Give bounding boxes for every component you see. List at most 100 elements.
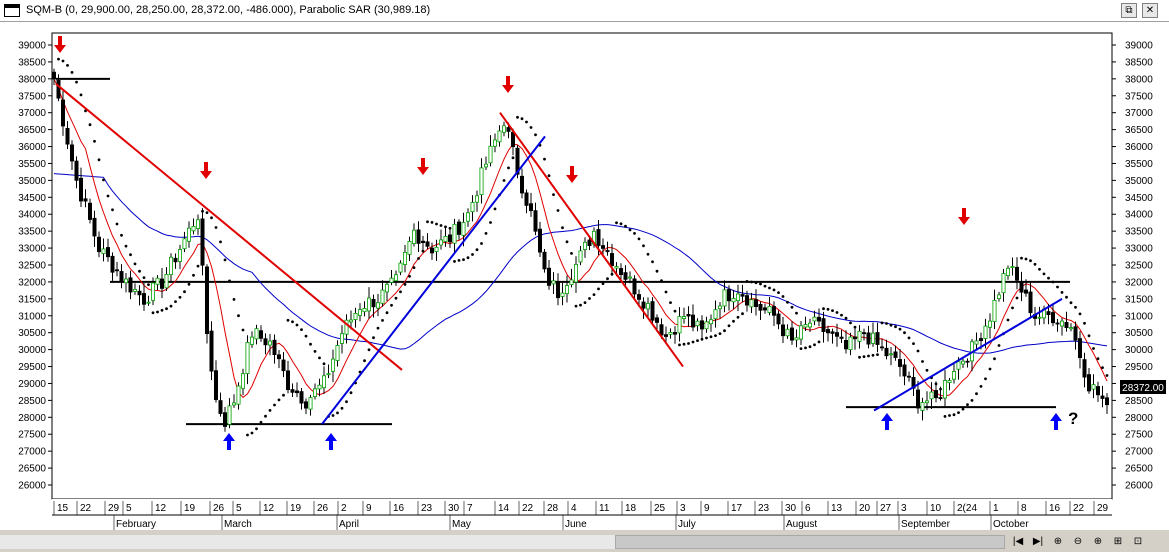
restore-button[interactable]: ⧉ bbox=[1121, 3, 1137, 18]
sar-dot bbox=[1011, 306, 1014, 310]
window-titlebar: SQM-B (0, 29,900.00, 28,250.00, 28,372.0… bbox=[0, 0, 1169, 22]
candle-down bbox=[623, 272, 628, 280]
y-tick-label-right: 36000 bbox=[1125, 142, 1153, 153]
price-chart[interactable]: 26000 26500 27000 27500 28000 28500 29000 29500… bbox=[0, 22, 1169, 530]
candle-down bbox=[290, 389, 295, 393]
sar-dot bbox=[1042, 272, 1046, 276]
sar-dot bbox=[511, 156, 515, 160]
x-day-label: 5 bbox=[126, 503, 132, 514]
candle-down bbox=[893, 351, 898, 358]
x-month-label: July bbox=[678, 519, 696, 530]
zoom-fit-icon[interactable]: ⊞ bbox=[1110, 535, 1126, 549]
sar-dot bbox=[1105, 374, 1109, 377]
pin-icon[interactable]: ⊕ bbox=[1050, 535, 1066, 549]
candle-down bbox=[596, 229, 601, 246]
close-button[interactable]: ✕ bbox=[1142, 3, 1158, 18]
window-title: SQM-B (0, 29,900.00, 28,250.00, 28,372.0… bbox=[26, 4, 431, 16]
sar-dot bbox=[709, 335, 713, 339]
sar-dot bbox=[205, 211, 209, 215]
sar-dot bbox=[799, 347, 803, 350]
sar-dot bbox=[462, 258, 465, 261]
candle-up bbox=[569, 279, 574, 285]
zoom-in-icon[interactable]: ⊕ bbox=[1090, 535, 1106, 549]
sar-dot bbox=[786, 300, 789, 304]
candle-down bbox=[1100, 395, 1105, 399]
candle-up bbox=[483, 163, 488, 168]
candle-up bbox=[465, 212, 470, 222]
candle-down bbox=[299, 391, 304, 404]
candle-up bbox=[330, 358, 335, 372]
sar-dot bbox=[322, 362, 326, 366]
candle-down bbox=[835, 332, 840, 337]
y-tick-label-left: 34000 bbox=[18, 210, 46, 221]
sar-dot bbox=[106, 194, 110, 198]
candle-up bbox=[1010, 266, 1015, 269]
sar-dot bbox=[867, 354, 870, 358]
sar-dot bbox=[255, 427, 258, 431]
candle-up bbox=[227, 405, 232, 425]
candle-down bbox=[533, 210, 538, 232]
sar-dot bbox=[732, 319, 735, 323]
sar-dot bbox=[570, 252, 573, 255]
candle-up bbox=[1006, 267, 1011, 276]
candle-up bbox=[574, 263, 579, 283]
y-tick-label-left: 34500 bbox=[18, 193, 46, 204]
sar-dot bbox=[565, 240, 569, 244]
x-day-label: 17 bbox=[731, 503, 743, 514]
candle-up bbox=[749, 299, 754, 308]
sar-dot bbox=[115, 222, 119, 226]
candle-up bbox=[799, 325, 804, 340]
zoom-out-icon[interactable]: ⊖ bbox=[1070, 535, 1086, 549]
sar-dot bbox=[921, 360, 924, 363]
candle-down bbox=[173, 257, 178, 263]
scroll-last-icon[interactable]: ▶| bbox=[1030, 535, 1046, 549]
y-tick-label-right: 35000 bbox=[1125, 176, 1153, 187]
candle-up bbox=[952, 371, 957, 380]
x-day-label: 20 bbox=[859, 503, 871, 514]
sar-dot bbox=[1015, 296, 1019, 300]
y-tick-label-right: 36500 bbox=[1125, 125, 1153, 136]
sar-dot bbox=[520, 117, 524, 121]
candle-down bbox=[754, 299, 759, 307]
candle-up bbox=[583, 241, 588, 250]
x-month-label: May bbox=[452, 519, 471, 530]
y-tick-label-right: 33000 bbox=[1125, 244, 1153, 255]
sar-dot bbox=[457, 259, 461, 262]
y-tick-label-right: 28000 bbox=[1125, 413, 1153, 424]
sar-dot bbox=[651, 260, 654, 264]
x-month-label: February bbox=[116, 519, 156, 530]
sar-dot bbox=[741, 312, 744, 316]
sar-dot bbox=[862, 355, 866, 358]
candle-down bbox=[1028, 291, 1033, 314]
candle-down bbox=[141, 293, 146, 305]
x-month-label: August bbox=[786, 519, 817, 530]
sar-dot bbox=[696, 339, 699, 342]
sar-dot bbox=[948, 414, 951, 417]
zoom-reset-icon[interactable]: ⊡ bbox=[1130, 535, 1146, 549]
chart-scrollbar[interactable]: |◀ ▶| ⊕ ⊖ ⊕ ⊞ ⊡ bbox=[0, 531, 1169, 552]
sar-dot bbox=[385, 311, 389, 315]
candle-up bbox=[947, 380, 952, 384]
candle-up bbox=[195, 219, 200, 229]
candle-down bbox=[902, 364, 907, 377]
sar-dot bbox=[772, 288, 776, 292]
candle-up bbox=[267, 340, 272, 346]
candle-up bbox=[245, 341, 250, 374]
sar-dot bbox=[916, 349, 920, 353]
candle-up bbox=[479, 167, 484, 195]
candle-down bbox=[137, 290, 142, 296]
candle-down bbox=[159, 278, 164, 289]
x-month-label: April bbox=[339, 519, 359, 530]
sar-dot bbox=[412, 266, 416, 269]
candle-up bbox=[501, 125, 506, 133]
sar-dot bbox=[880, 321, 884, 325]
candle-up bbox=[182, 238, 187, 250]
x-day-label: 12 bbox=[263, 503, 275, 514]
scroll-first-icon[interactable]: |◀ bbox=[1010, 535, 1026, 549]
scroll-thumb[interactable] bbox=[615, 535, 1005, 549]
candle-up bbox=[384, 283, 389, 293]
x-day-label: 26 bbox=[213, 503, 225, 514]
candle-down bbox=[209, 330, 214, 372]
sar-dot bbox=[790, 305, 794, 309]
candle-down bbox=[520, 175, 525, 194]
